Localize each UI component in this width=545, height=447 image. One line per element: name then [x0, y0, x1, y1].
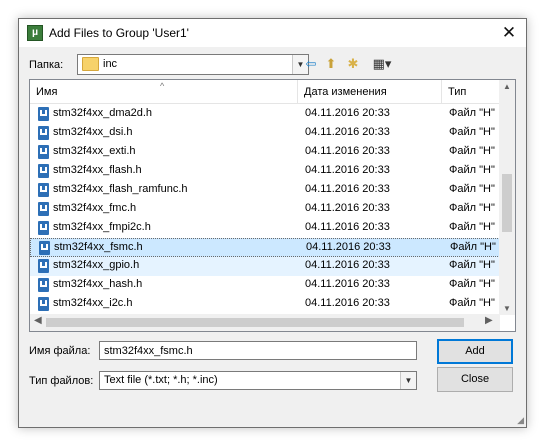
file-date: 04.11.2016 20:33 [305, 126, 390, 138]
header-file-icon [38, 107, 49, 121]
list-item[interactable]: stm32f4xx_hash.h 04.11.2016 20:33 Файл "H" [30, 276, 500, 295]
file-type: Файл "H" [449, 126, 495, 138]
list-item[interactable]: stm32f4xx_i2c.h 04.11.2016 20:33 Файл "H" [30, 295, 500, 314]
chevron-down-icon[interactable]: ▼ [400, 372, 416, 389]
header-file-icon [39, 241, 50, 255]
add-files-dialog: μ Add Files to Group 'User1' ✕ Папка: in… [18, 18, 527, 428]
file-date: 04.11.2016 20:33 [305, 145, 390, 157]
header-file-icon [38, 202, 49, 216]
file-type: Файл "H" [449, 278, 495, 290]
file-date: 04.11.2016 20:33 [305, 202, 390, 214]
window-title: Add Files to Group 'User1' [49, 26, 189, 40]
vertical-scroll-thumb[interactable] [502, 174, 512, 232]
column-header-date[interactable]: Дата изменения [298, 80, 442, 104]
look-in-label: Папка: [29, 59, 64, 71]
back-icon[interactable]: ⇦ [302, 55, 320, 73]
scroll-left-icon[interactable]: ◀ [34, 315, 42, 326]
filename-input[interactable] [99, 341, 417, 360]
file-name: stm32f4xx_dsi.h [53, 126, 133, 138]
scroll-right-icon[interactable]: ▶ [485, 315, 493, 326]
header-file-icon [38, 145, 49, 159]
column-header-name[interactable]: Имя ^ [30, 80, 298, 104]
list-item[interactable]: stm32f4xx_dsi.h 04.11.2016 20:33 Файл "H" [30, 124, 500, 143]
file-name: stm32f4xx_fmc.h [53, 202, 137, 214]
file-name: stm32f4xx_gpio.h [53, 259, 140, 271]
close-window-button[interactable]: ✕ [492, 19, 526, 47]
file-date: 04.11.2016 20:33 [305, 278, 390, 290]
file-type: Файл "H" [449, 145, 495, 157]
column-header-type[interactable]: Тип [442, 80, 500, 104]
file-name: stm32f4xx_exti.h [53, 145, 136, 157]
file-type: Файл "H" [449, 202, 495, 214]
file-list[interactable]: Имя ^ Дата изменения Тип stm32f4xx_dma2d… [29, 79, 516, 332]
file-name: stm32f4xx_fsmc.h [54, 241, 143, 253]
add-button[interactable]: Add [437, 339, 513, 364]
list-item[interactable]: stm32f4xx_flash_ramfunc.h 04.11.2016 20:3… [30, 181, 500, 200]
list-item[interactable]: stm32f4xx_fmpi2c.h 04.11.2016 20:33 Файл "… [30, 219, 500, 238]
list-item[interactable]: stm32f4xx_gpio.h 04.11.2016 20:33 Файл "H" [30, 257, 500, 276]
header-file-icon [38, 183, 49, 197]
file-type: Файл "H" [449, 297, 495, 309]
filetype-select[interactable]: Text file (*.txt; *.h; *.inc) ▼ [99, 371, 417, 390]
file-type: Файл "H" [449, 183, 495, 195]
file-type: Файл "H" [449, 221, 495, 233]
header-file-icon [38, 126, 49, 140]
file-name: stm32f4xx_flash.h [53, 164, 142, 176]
app-icon: μ [27, 25, 43, 41]
up-folder-icon[interactable]: ⬆ [322, 55, 340, 73]
look-in-combo[interactable]: inc ▼ [77, 54, 309, 75]
list-item[interactable]: stm32f4xx_dma2d.h 04.11.2016 20:33 Файл "H… [30, 105, 500, 124]
horizontal-scroll-thumb[interactable] [46, 318, 464, 327]
list-header: Имя ^ Дата изменения Тип [30, 80, 500, 104]
filename-label: Имя файла: [29, 345, 91, 357]
folder-icon [82, 57, 99, 71]
file-name: stm32f4xx_flash_ramfunc.h [53, 183, 188, 195]
file-name: stm32f4xx_i2c.h [53, 297, 133, 309]
header-file-icon [38, 278, 49, 292]
scroll-up-icon[interactable]: ▲ [499, 82, 515, 91]
list-item[interactable]: stm32f4xx_exti.h 04.11.2016 20:33 Файл "H" [30, 143, 500, 162]
file-type: Файл "H" [449, 107, 495, 119]
close-button[interactable]: Close [437, 367, 513, 392]
file-date: 04.11.2016 20:33 [306, 241, 391, 253]
file-date: 04.11.2016 20:33 [305, 183, 390, 195]
header-file-icon [38, 221, 49, 235]
title-bar: μ Add Files to Group 'User1' ✕ [19, 19, 526, 47]
list-item[interactable]: stm32f4xx_fmc.h 04.11.2016 20:33 Файл "H" [30, 200, 500, 219]
file-date: 04.11.2016 20:33 [305, 297, 390, 309]
file-date: 04.11.2016 20:33 [305, 164, 390, 176]
horizontal-scrollbar[interactable]: ◀ ▶ [30, 314, 500, 331]
file-type: Файл "H" [449, 259, 495, 271]
list-item[interactable]: stm32f4xx_fsmc.h 04.11.2016 20:33 Файл "H" [30, 238, 500, 257]
file-name: stm32f4xx_dma2d.h [53, 107, 153, 119]
header-file-icon [38, 164, 49, 178]
file-name: stm32f4xx_fmpi2c.h [53, 221, 151, 233]
resize-grip-icon[interactable]: ◢ [517, 415, 524, 426]
file-date: 04.11.2016 20:33 [305, 107, 390, 119]
filetype-label: Тип файлов: [29, 375, 94, 387]
file-name: stm32f4xx_hash.h [53, 278, 143, 290]
column-header-name-label: Имя [36, 86, 58, 98]
file-type: Файл "H" [449, 164, 495, 176]
list-item[interactable]: stm32f4xx_flash.h 04.11.2016 20:33 Файл "H… [30, 162, 500, 181]
view-menu-icon[interactable]: ▦▾ [369, 55, 395, 73]
scroll-down-icon[interactable]: ▼ [499, 304, 515, 313]
file-date: 04.11.2016 20:33 [305, 259, 390, 271]
header-file-icon [38, 297, 49, 311]
vertical-scrollbar[interactable]: ▲ ▼ [499, 80, 515, 315]
header-file-icon [38, 259, 49, 273]
new-folder-icon[interactable]: ✱ [344, 55, 362, 73]
sort-caret-icon: ^ [160, 81, 165, 91]
file-date: 04.11.2016 20:33 [305, 221, 390, 233]
look-in-value: inc [103, 58, 118, 70]
file-type: Файл "H" [450, 241, 496, 253]
filetype-value: Text file (*.txt; *.h; *.inc) [104, 374, 218, 386]
